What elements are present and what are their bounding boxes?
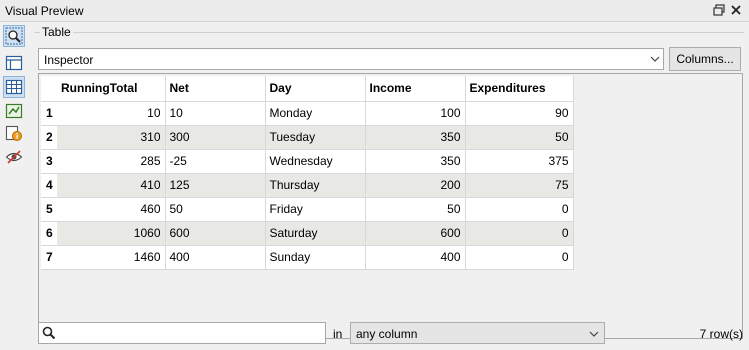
data-table-frame: RunningTotal Net Day Income Expenditures… <box>38 73 743 339</box>
cell-runningtotal[interactable]: 285 <box>57 149 166 174</box>
cell-expenditures[interactable]: 75 <box>465 173 574 198</box>
row-number: 4 <box>41 173 57 198</box>
table-row[interactable]: 7 1460 400 Sunday 400 0 <box>41 245 574 270</box>
cell-income[interactable]: 350 <box>365 149 466 174</box>
header-row: RunningTotal Net Day Income Expenditures <box>41 76 574 102</box>
cell-net[interactable]: 10 <box>165 101 266 126</box>
title-bar: Visual Preview <box>0 0 749 22</box>
inspector-tool-button[interactable] <box>3 25 25 47</box>
column-header-day[interactable]: Day <box>265 76 366 102</box>
chevron-down-icon <box>650 56 660 62</box>
cell-expenditures[interactable]: 0 <box>465 197 574 222</box>
graphics-icon <box>5 103 23 119</box>
row-number: 1 <box>41 101 57 126</box>
group-divider <box>34 32 744 33</box>
window-title: Visual Preview <box>5 4 84 18</box>
column-header-income[interactable]: Income <box>365 76 466 102</box>
table-panel: Table Inspector Columns... RunningTotal … <box>30 22 749 350</box>
in-label: in <box>333 327 343 341</box>
table-icon <box>5 79 23 95</box>
row-count: 7 row(s) <box>699 327 743 341</box>
cell-expenditures[interactable]: 90 <box>465 101 574 126</box>
close-icon[interactable] <box>729 3 743 17</box>
cell-day[interactable]: Tuesday <box>265 125 366 150</box>
column-header-net[interactable]: Net <box>165 76 266 102</box>
cell-net[interactable]: 50 <box>165 197 266 222</box>
column-scope-value: any column <box>356 327 418 341</box>
table-row[interactable]: 5 460 50 Friday 50 0 <box>41 197 574 222</box>
hide-tool-button[interactable] <box>3 146 25 168</box>
cell-runningtotal[interactable]: 10 <box>57 101 166 126</box>
cell-runningtotal[interactable]: 460 <box>57 197 166 222</box>
cell-expenditures[interactable]: 50 <box>465 125 574 150</box>
graphics-tool-button[interactable] <box>3 100 25 122</box>
search-icon <box>42 326 56 340</box>
cell-day[interactable]: Monday <box>265 101 366 126</box>
cell-net[interactable]: 400 <box>165 245 266 270</box>
inspector-icon <box>5 27 23 45</box>
side-toolbar <box>0 22 30 350</box>
data-table: RunningTotal Net Day Income Expenditures… <box>41 76 574 270</box>
info-tool-button[interactable] <box>3 122 25 144</box>
cell-income[interactable]: 50 <box>365 197 466 222</box>
cell-day[interactable]: Friday <box>265 197 366 222</box>
cell-runningtotal[interactable]: 310 <box>57 125 166 150</box>
column-header-expenditures[interactable]: Expenditures <box>465 76 574 102</box>
cell-income[interactable]: 200 <box>365 173 466 198</box>
row-number: 2 <box>41 125 57 150</box>
cell-day[interactable]: Wednesday <box>265 149 366 174</box>
column-header-runningtotal[interactable]: RunningTotal <box>57 76 166 102</box>
cell-net[interactable]: -25 <box>165 149 266 174</box>
cell-expenditures[interactable]: 0 <box>465 221 574 246</box>
corner-cell <box>41 76 57 102</box>
cell-net[interactable]: 125 <box>165 173 266 198</box>
row-number: 6 <box>41 221 57 246</box>
table-row[interactable]: 1 10 10 Monday 100 90 <box>41 101 574 126</box>
table-row[interactable]: 3 285 -25 Wednesday 350 375 <box>41 149 574 174</box>
cell-day[interactable]: Saturday <box>265 221 366 246</box>
cell-expenditures[interactable]: 0 <box>465 245 574 270</box>
cell-expenditures[interactable]: 375 <box>465 149 574 174</box>
cell-income[interactable]: 600 <box>365 221 466 246</box>
cell-runningtotal[interactable]: 410 <box>57 173 166 198</box>
hide-eye-icon <box>5 150 23 164</box>
table-row[interactable]: 4 410 125 Thursday 200 75 <box>41 173 574 198</box>
table-tool-button[interactable] <box>3 76 25 98</box>
table-row[interactable]: 6 1060 600 Saturday 600 0 <box>41 221 574 246</box>
chevron-down-icon <box>589 331 599 337</box>
cell-net[interactable]: 600 <box>165 221 266 246</box>
info-icon <box>5 125 22 141</box>
cell-income[interactable]: 100 <box>365 101 466 126</box>
column-scope-select[interactable]: any column <box>350 322 605 344</box>
row-number: 5 <box>41 197 57 222</box>
layout-tool-button[interactable] <box>3 52 25 74</box>
float-window-icon[interactable] <box>712 3 726 17</box>
row-number: 3 <box>41 149 57 174</box>
cell-day[interactable]: Sunday <box>265 245 366 270</box>
group-label: Table <box>40 25 73 39</box>
view-selector-value: Inspector <box>44 53 94 67</box>
cell-day[interactable]: Thursday <box>265 173 366 198</box>
columns-button[interactable]: Columns... <box>669 47 741 71</box>
cell-runningtotal[interactable]: 1460 <box>57 245 166 270</box>
cell-income[interactable]: 400 <box>365 245 466 270</box>
table-row[interactable]: 2 310 300 Tuesday 350 50 <box>41 125 574 150</box>
cell-net[interactable]: 300 <box>165 125 266 150</box>
layout-icon <box>5 55 23 71</box>
cell-income[interactable]: 350 <box>365 125 466 150</box>
row-number: 7 <box>41 245 57 270</box>
search-input[interactable] <box>38 322 326 344</box>
cell-runningtotal[interactable]: 1060 <box>57 221 166 246</box>
view-selector[interactable]: Inspector <box>38 48 664 70</box>
